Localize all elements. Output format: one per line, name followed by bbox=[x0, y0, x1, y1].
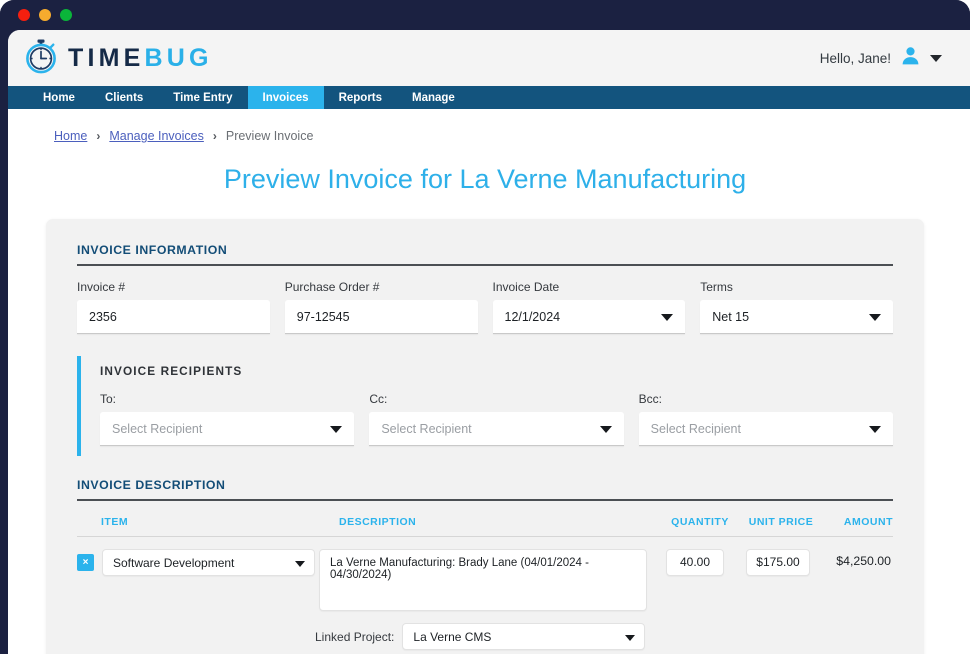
section-title-invoice-information: INVOICE INFORMATION bbox=[77, 243, 893, 266]
field-label: Cc: bbox=[369, 392, 388, 406]
app-window: TIMEBUG Hello, Jane! Home Clients Time E… bbox=[0, 0, 970, 654]
column-header-amount: AMOUNT bbox=[843, 516, 893, 528]
browser-viewport: TIMEBUG Hello, Jane! Home Clients Time E… bbox=[8, 30, 970, 654]
table-row: × Software Development La Verne Manufact… bbox=[77, 537, 893, 611]
chevron-down-icon[interactable] bbox=[930, 54, 942, 62]
nav-item-invoices[interactable]: Invoices bbox=[247, 86, 324, 109]
field-label: Invoice Date bbox=[492, 280, 560, 294]
recipient-bcc-placeholder: Select Recipient bbox=[650, 421, 741, 436]
nav-item-clients[interactable]: Clients bbox=[90, 86, 158, 109]
column-header-description: DESCRIPTION bbox=[339, 516, 417, 528]
field-label: To: bbox=[100, 392, 117, 406]
section-title-invoice-recipients: INVOICE RECIPIENTS bbox=[100, 364, 243, 378]
invoice-number-input[interactable]: 2356 bbox=[77, 300, 270, 334]
invoice-card: INVOICE INFORMATION Invoice # 2356 Purch… bbox=[46, 219, 924, 654]
linked-project-value: La Verne CMS bbox=[413, 629, 492, 644]
chevron-down-icon bbox=[295, 560, 305, 567]
linked-project-label: Linked Project: bbox=[315, 629, 395, 644]
chevron-down-icon bbox=[330, 425, 343, 433]
invoice-description-section: INVOICE DESCRIPTION ITEM DESCRIPTION QUA… bbox=[77, 478, 893, 654]
app-header: TIMEBUG Hello, Jane! bbox=[8, 30, 970, 86]
field-invoice-number: Invoice # 2356 bbox=[77, 280, 270, 334]
recipient-bcc-select[interactable]: Select Recipient bbox=[638, 412, 893, 446]
terms-value: Net 15 bbox=[712, 309, 750, 324]
logo-text-bug: BUG bbox=[144, 43, 213, 72]
line-item-amount-value: $4,250.00 bbox=[836, 554, 891, 568]
nav-item-home[interactable]: Home bbox=[28, 86, 90, 109]
window-maximize-button[interactable] bbox=[60, 9, 72, 21]
nav-item-time-entry[interactable]: Time Entry bbox=[158, 86, 247, 109]
greeting-text: Hello, Jane! bbox=[819, 50, 891, 66]
breadcrumb-item-current: Preview Invoice bbox=[225, 129, 314, 143]
window-close-button[interactable] bbox=[18, 9, 30, 21]
chevron-down-icon bbox=[661, 313, 674, 321]
line-item-unit-price-input[interactable]: $175.00 bbox=[746, 549, 810, 576]
nav-item-manage[interactable]: Manage bbox=[397, 86, 470, 109]
line-item-cell: × Software Development bbox=[77, 549, 315, 576]
line-item-type-value: Software Development bbox=[113, 555, 235, 570]
column-header-item: ITEM bbox=[101, 516, 129, 528]
section-title-invoice-description: INVOICE DESCRIPTION bbox=[77, 478, 893, 501]
terms-select[interactable]: Net 15 bbox=[700, 300, 893, 334]
logo-text-time: TIME bbox=[68, 43, 145, 72]
line-item-description-textarea[interactable]: La Verne Manufacturing: Brady Lane (04/0… bbox=[319, 549, 647, 611]
column-header-unit-price: UNIT PRICE bbox=[748, 516, 814, 528]
column-header-quantity: QUANTITY bbox=[671, 516, 729, 528]
stopwatch-icon bbox=[22, 37, 60, 80]
main-navigation: Home Clients Time Entry Invoices Reports… bbox=[8, 86, 970, 109]
invoice-recipients-fields: To: Select Recipient Cc: Select Recipien… bbox=[100, 392, 893, 446]
field-invoice-date: Invoice Date 12/1/2024 bbox=[492, 280, 686, 334]
line-item-quantity-input[interactable]: 40.00 bbox=[666, 549, 724, 576]
invoice-date-select[interactable]: 12/1/2024 bbox=[492, 300, 686, 334]
field-label: Terms bbox=[700, 280, 733, 294]
recipient-cc-select[interactable]: Select Recipient bbox=[369, 412, 624, 446]
breadcrumb-separator-icon: › bbox=[96, 129, 101, 143]
line-items-table-header: ITEM DESCRIPTION QUANTITY UNIT PRICE AMO… bbox=[77, 501, 893, 537]
field-label: Bcc: bbox=[638, 392, 662, 406]
recipient-cc-placeholder: Select Recipient bbox=[381, 421, 472, 436]
linked-project-row: Linked Project: La Verne CMS bbox=[315, 611, 893, 654]
purchase-order-input[interactable]: 97-12545 bbox=[284, 300, 478, 334]
recipient-to-placeholder: Select Recipient bbox=[112, 421, 203, 436]
chevron-down-icon bbox=[869, 313, 881, 321]
line-item-description-cell: La Verne Manufacturing: Brady Lane (04/0… bbox=[315, 549, 655, 611]
breadcrumb: Home › Manage Invoices › Preview Invoice bbox=[8, 109, 970, 143]
field-label: Purchase Order # bbox=[284, 280, 380, 294]
field-purchase-order-number: Purchase Order # 97-12545 bbox=[284, 280, 478, 334]
recipient-to-select[interactable]: Select Recipient bbox=[100, 412, 355, 446]
chevron-down-icon bbox=[599, 425, 612, 433]
breadcrumb-item-home[interactable]: Home bbox=[54, 129, 87, 143]
breadcrumb-separator-icon: › bbox=[212, 129, 217, 143]
line-item-type-select[interactable]: Software Development bbox=[102, 549, 315, 576]
field-terms: Terms Net 15 bbox=[700, 280, 893, 334]
page-title: Preview Invoice for La Verne Manufacturi… bbox=[223, 164, 747, 194]
linked-project-select[interactable]: La Verne CMS bbox=[402, 623, 645, 650]
invoice-recipients-section: INVOICE RECIPIENTS To: Select Recipient … bbox=[77, 356, 893, 456]
user-menu[interactable]: Hello, Jane! bbox=[820, 46, 942, 70]
app-logo[interactable]: TIMEBUG bbox=[22, 37, 213, 80]
chevron-down-icon bbox=[625, 634, 635, 641]
field-label: Invoice # bbox=[77, 280, 126, 294]
invoice-date-value: 12/1/2024 bbox=[504, 309, 561, 324]
window-minimize-button[interactable] bbox=[39, 9, 51, 21]
invoice-information-fields: Invoice # 2356 Purchase Order # 97-12545… bbox=[77, 280, 893, 334]
delete-line-item-button[interactable]: × bbox=[77, 554, 94, 571]
field-recipient-to: To: Select Recipient bbox=[100, 392, 355, 446]
user-avatar-icon[interactable] bbox=[901, 46, 920, 70]
field-recipient-cc: Cc: Select Recipient bbox=[369, 392, 624, 446]
nav-item-reports[interactable]: Reports bbox=[324, 86, 397, 109]
chevron-down-icon bbox=[868, 425, 881, 433]
window-titlebar bbox=[0, 0, 970, 30]
breadcrumb-item-manage-invoices[interactable]: Manage Invoices bbox=[109, 129, 204, 143]
field-recipient-bcc: Bcc: Select Recipient bbox=[638, 392, 893, 446]
